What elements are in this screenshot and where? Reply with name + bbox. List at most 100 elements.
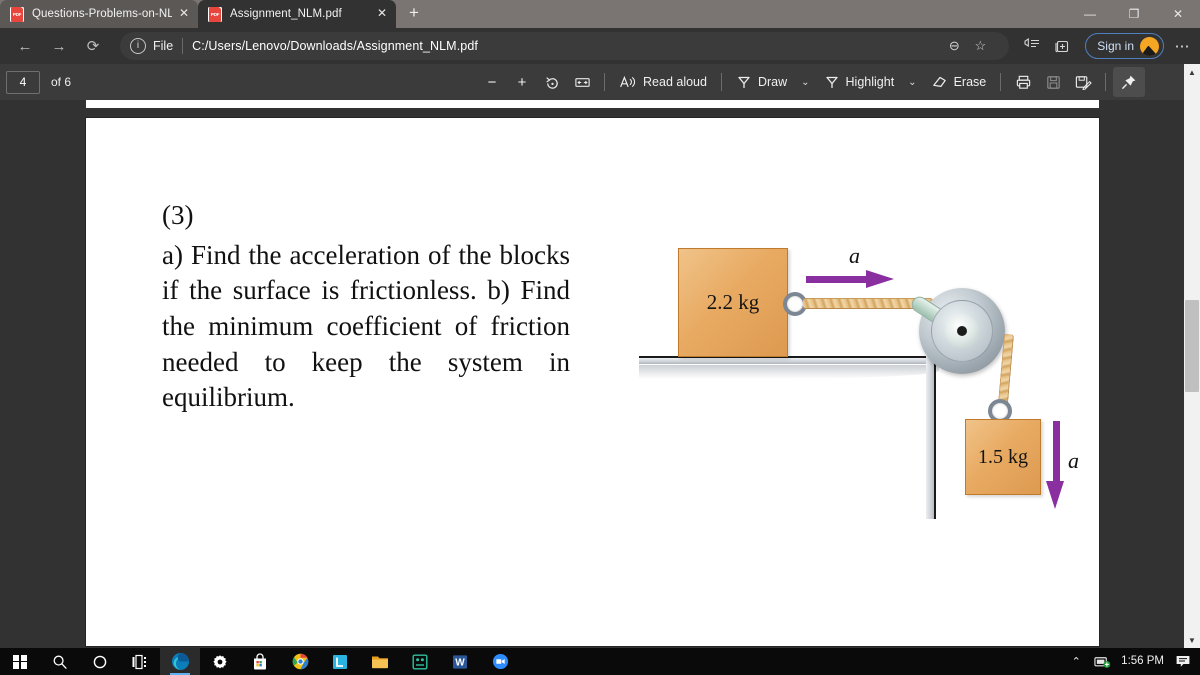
browser-tab-questions-problems[interactable]: Questions-Problems-on-NLM.pdf ✕ [0, 0, 198, 28]
address-input[interactable]: i File C:/Users/Lenovo/Downloads/Assignm… [120, 32, 1010, 60]
acceleration-label-vertical: a [1068, 448, 1079, 473]
clock[interactable]: 1:56 PM [1115, 648, 1170, 675]
new-tab-button[interactable]: + [400, 1, 428, 27]
page-number-input[interactable]: 4 [6, 70, 40, 94]
network-icon[interactable] [1089, 648, 1115, 675]
divider [604, 73, 606, 91]
rotate-icon[interactable] [537, 69, 567, 95]
reload-icon[interactable]: ⟳ [78, 32, 108, 60]
maximize-icon[interactable]: ❐ [1112, 0, 1156, 28]
forward-icon[interactable]: → [44, 32, 74, 60]
windows-taskbar: W ⌃ 1:56 PM [0, 648, 1200, 675]
close-window-icon[interactable]: ✕ [1156, 0, 1200, 28]
search-button[interactable] [40, 648, 80, 675]
table-surface [639, 356, 944, 379]
back-icon[interactable]: ← [10, 32, 40, 60]
save-as-icon[interactable] [1068, 69, 1098, 95]
scrollbar-thumb[interactable] [1185, 300, 1199, 392]
block-2-2kg: 2.2 kg [678, 248, 788, 357]
profile-avatar[interactable] [1140, 36, 1159, 56]
site-info-icon[interactable]: i [130, 38, 146, 54]
svg-text:W: W [455, 657, 465, 668]
edge-browser-window: Questions-Problems-on-NLM.pdf ✕ Assignme… [0, 0, 1200, 675]
taskbar-item-app[interactable] [400, 648, 440, 675]
favorites-bar-icon[interactable] [1017, 32, 1047, 60]
acceleration-arrow-vertical [1046, 421, 1064, 509]
close-icon[interactable]: ✕ [176, 6, 192, 22]
sign-in-button[interactable]: Sign in [1085, 33, 1164, 59]
lightshot-icon [333, 654, 347, 669]
favorite-star-icon[interactable]: ☆ [967, 33, 993, 59]
search-icon [53, 655, 67, 669]
scroll-down-icon[interactable]: ▼ [1184, 632, 1200, 648]
app-icon [412, 654, 428, 670]
divider [1105, 73, 1107, 91]
pulley-wheel [908, 288, 1005, 374]
zoom-icon [492, 653, 508, 670]
task-view-icon [132, 654, 146, 669]
page-total-label: of 6 [51, 75, 72, 89]
tab-title: Questions-Problems-on-NLM.pdf [32, 8, 172, 20]
folder-icon [372, 656, 388, 669]
pdf-viewport[interactable]: (3) a) Find the acceleration of the bloc… [0, 100, 1184, 648]
scroll-up-icon[interactable]: ▲ [1184, 64, 1200, 80]
minimize-icon[interactable]: — [1068, 0, 1112, 28]
highlight-button[interactable]: Highlight [817, 69, 902, 95]
show-hidden-icons-icon[interactable]: ⌃ [1063, 648, 1089, 675]
sign-in-label: Sign in [1097, 39, 1134, 53]
shopping-bag-icon [254, 653, 266, 670]
word-icon: W [453, 654, 467, 669]
tab-title: Assignment_NLM.pdf [230, 8, 342, 20]
pin-toolbar-icon[interactable] [1113, 67, 1146, 97]
draw-button[interactable]: Draw [729, 69, 794, 95]
task-view-button[interactable] [120, 648, 160, 675]
zoom-in-button[interactable]: + [507, 69, 537, 95]
taskbar-item-zoom[interactable] [480, 648, 520, 675]
close-icon[interactable]: ✕ [374, 6, 390, 22]
zoom-out-icon[interactable]: ⊖ [941, 33, 967, 59]
windows-logo-icon [13, 654, 27, 669]
acceleration-label-horizontal: a [849, 243, 860, 268]
taskbar-item-edge[interactable] [160, 648, 200, 675]
pdf-file-icon [208, 6, 222, 22]
arrow-head [1046, 481, 1064, 509]
start-button[interactable] [0, 648, 40, 675]
block-1-5kg-label: 1.5 kg [978, 445, 1028, 468]
taskbar-item-lightshot[interactable] [320, 648, 360, 675]
read-aloud-label: Read aloud [643, 75, 707, 89]
read-aloud-button[interactable]: Read aloud [612, 69, 714, 95]
erase-label: Erase [953, 75, 987, 89]
cortana-button[interactable] [80, 648, 120, 675]
print-icon[interactable] [1008, 69, 1038, 95]
edge-icon [171, 652, 189, 671]
gear-icon [213, 654, 227, 668]
highlight-label: Highlight [845, 75, 895, 89]
save-icon[interactable] [1038, 69, 1068, 95]
taskbar-item-file-explorer[interactable] [360, 648, 400, 675]
erase-button[interactable]: Erase [924, 69, 994, 95]
pdf-page-4: (3) a) Find the acceleration of the bloc… [86, 118, 1099, 646]
taskbar-item-chrome[interactable] [280, 648, 320, 675]
collections-icon[interactable] [1047, 32, 1077, 60]
zoom-out-button[interactable]: − [477, 69, 507, 95]
vertical-scrollbar[interactable]: ▲ ▼ [1184, 64, 1200, 648]
question-number: (3) [162, 200, 194, 230]
taskbar-item-settings[interactable] [200, 648, 240, 675]
notifications-icon[interactable] [1170, 648, 1196, 675]
divider [720, 73, 722, 91]
url-text: C:/Users/Lenovo/Downloads/Assignment_NLM… [192, 39, 478, 53]
fit-page-icon[interactable] [567, 69, 597, 95]
arrow-shaft [806, 275, 872, 283]
taskbar-item-microsoft-store[interactable] [240, 648, 280, 675]
taskbar-item-word[interactable]: W [440, 648, 480, 675]
highlight-dropdown-caret-icon[interactable]: ⌄ [901, 77, 923, 88]
pdf-page-previous-sliver [86, 100, 1099, 108]
question-text-block: (3) a) Find the acceleration of the bloc… [162, 198, 570, 416]
draw-dropdown-caret-icon[interactable]: ⌄ [794, 77, 816, 88]
more-options-icon[interactable]: ⋯ [1168, 32, 1196, 60]
block-2-2kg-label: 2.2 kg [706, 290, 760, 314]
divider [182, 38, 184, 54]
browser-tab-assignment-nlm[interactable]: Assignment_NLM.pdf ✕ [198, 0, 396, 28]
tab-strip: Questions-Problems-on-NLM.pdf ✕ Assignme… [0, 0, 1200, 28]
pulley-axle-hub [957, 326, 967, 336]
